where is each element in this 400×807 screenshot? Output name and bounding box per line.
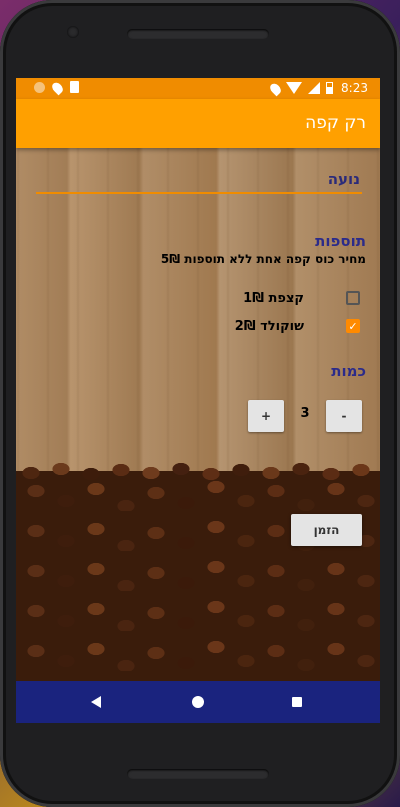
phone-frame: 8:23 רק קפה תוספות מחיר כוס קפה אחת ללא … bbox=[0, 0, 400, 807]
increment-button[interactable]: + bbox=[248, 400, 284, 432]
location-pin-icon bbox=[50, 80, 65, 96]
quantity-value: 3 bbox=[300, 406, 310, 421]
app-title: רק קפה bbox=[305, 113, 366, 133]
recent-apps-icon[interactable] bbox=[292, 697, 302, 707]
back-icon[interactable] bbox=[91, 696, 101, 708]
whipped-cream-checkbox[interactable] bbox=[346, 291, 360, 305]
earpiece-speaker bbox=[127, 29, 269, 39]
decrement-button[interactable]: - bbox=[326, 400, 362, 432]
order-button[interactable]: הזמן bbox=[291, 514, 362, 546]
toppings-heading: תוספות bbox=[315, 232, 366, 250]
signal-icon bbox=[308, 82, 321, 94]
coffee-beans-background bbox=[16, 459, 380, 681]
home-icon[interactable] bbox=[192, 696, 204, 708]
notification-circle-icon bbox=[34, 82, 45, 93]
app-bar: רק קפה bbox=[16, 99, 380, 148]
wifi-icon bbox=[286, 82, 303, 94]
status-time: 8:23 bbox=[341, 81, 368, 95]
chocolate-label: שוקולד 2₪ bbox=[234, 318, 304, 334]
whipped-cream-label: קצפת 1₪ bbox=[243, 290, 304, 306]
topping-row-chocolate[interactable]: ✓ שוקולד 2₪ bbox=[120, 316, 360, 336]
screen: 8:23 רק קפה תוספות מחיר כוס קפה אחת ללא … bbox=[16, 78, 380, 723]
topping-row-whipped-cream[interactable]: קצפת 1₪ bbox=[120, 288, 360, 308]
navigation-bar bbox=[16, 681, 380, 723]
price-text: מחיר כוס קפה אחת ללא תוספות 5₪ bbox=[160, 252, 366, 266]
chocolate-checkbox[interactable]: ✓ bbox=[346, 319, 360, 333]
quantity-heading: כמות bbox=[331, 362, 366, 380]
battery-charging-icon bbox=[326, 82, 334, 94]
front-camera bbox=[67, 26, 79, 38]
sd-card-icon bbox=[70, 81, 79, 93]
bottom-speaker bbox=[127, 769, 269, 779]
status-bar: 8:23 bbox=[16, 78, 380, 99]
location-pin-icon bbox=[268, 81, 283, 96]
name-input[interactable] bbox=[36, 166, 362, 194]
main-content: תוספות מחיר כוס קפה אחת ללא תוספות 5₪ קצ… bbox=[16, 148, 380, 681]
